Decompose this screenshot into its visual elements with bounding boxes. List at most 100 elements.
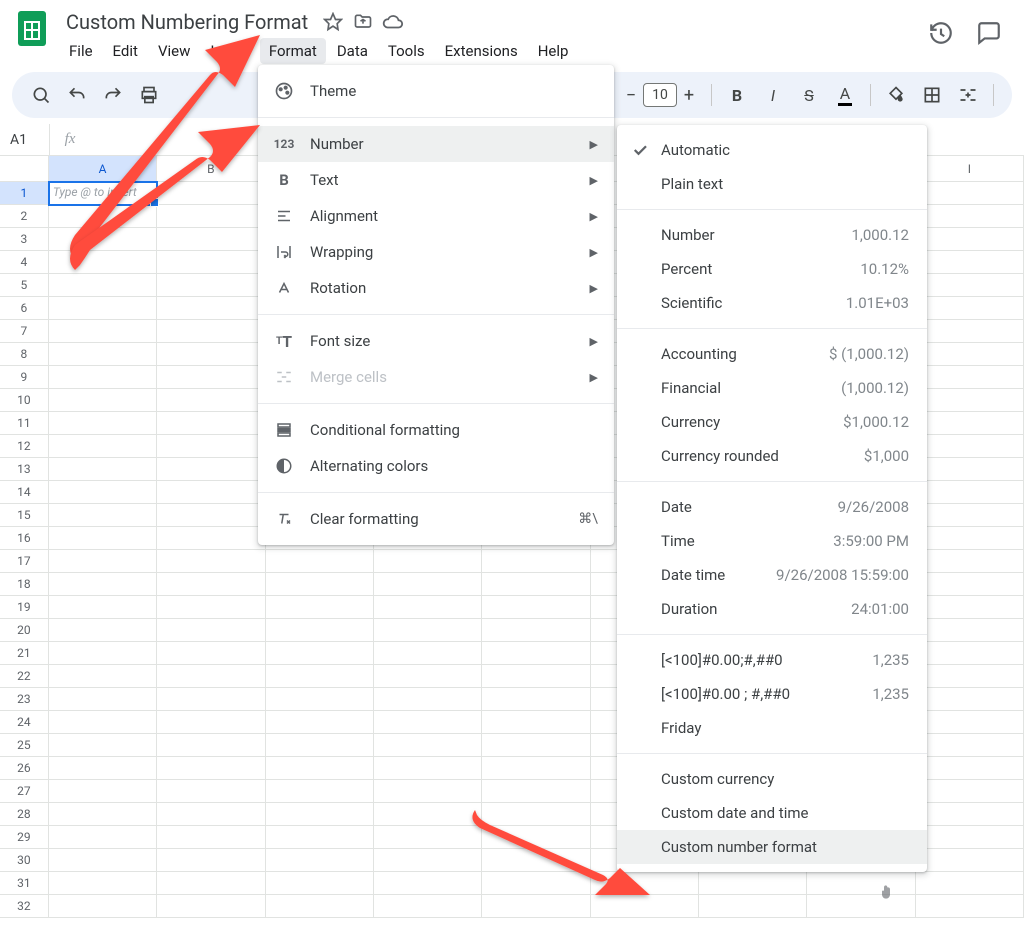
cell[interactable] (157, 527, 265, 550)
cell[interactable] (157, 642, 265, 665)
cell[interactable] (157, 297, 265, 320)
number-date[interactable]: Date9/26/2008 (617, 490, 927, 524)
cell[interactable] (49, 665, 157, 688)
cell[interactable] (49, 366, 157, 389)
format-clear[interactable]: Clear formatting ⌘\ (258, 501, 614, 537)
cell[interactable] (49, 412, 157, 435)
cell[interactable] (374, 780, 482, 803)
number-percent[interactable]: Percent10.12% (617, 252, 927, 286)
cell[interactable] (916, 458, 1024, 481)
menu-format[interactable]: Format (260, 38, 326, 64)
number-financial[interactable]: Financial(1,000.12) (617, 371, 927, 405)
cell[interactable] (49, 895, 157, 918)
select-all-corner[interactable] (0, 156, 49, 182)
cell[interactable] (916, 688, 1024, 711)
cell[interactable] (266, 872, 374, 895)
cell[interactable] (266, 780, 374, 803)
menu-tools[interactable]: Tools (379, 38, 434, 64)
text-color-icon[interactable]: A (830, 80, 860, 110)
format-font-size[interactable]: TT Font size ▶ (258, 323, 614, 359)
row-header[interactable]: 8 (0, 343, 49, 366)
fill-color-icon[interactable] (881, 80, 911, 110)
cell[interactable] (916, 573, 1024, 596)
cell[interactable] (266, 895, 374, 918)
column-header[interactable]: A (49, 156, 157, 182)
cell[interactable] (374, 711, 482, 734)
cell[interactable] (49, 573, 157, 596)
format-alignment[interactable]: Alignment ▶ (258, 198, 614, 234)
cell[interactable] (157, 366, 265, 389)
cell[interactable] (49, 780, 157, 803)
cell[interactable] (49, 435, 157, 458)
cell[interactable]: Type @ to insert (49, 182, 157, 205)
cell[interactable] (699, 895, 807, 918)
cloud-status-icon[interactable] (382, 11, 404, 33)
row-header[interactable]: 3 (0, 228, 49, 251)
cell[interactable] (916, 412, 1024, 435)
cell[interactable] (916, 550, 1024, 573)
cell[interactable] (482, 665, 590, 688)
cell[interactable] (157, 757, 265, 780)
menu-help[interactable]: Help (529, 38, 578, 64)
borders-icon[interactable] (917, 80, 947, 110)
cell[interactable] (916, 205, 1024, 228)
cell[interactable] (49, 803, 157, 826)
cell[interactable] (157, 550, 265, 573)
cell[interactable] (266, 757, 374, 780)
row-header[interactable]: 13 (0, 458, 49, 481)
cell[interactable] (916, 182, 1024, 205)
cell[interactable] (916, 803, 1024, 826)
cell[interactable] (591, 872, 699, 895)
cell[interactable] (916, 665, 1024, 688)
search-menus-icon[interactable] (26, 80, 56, 110)
cell[interactable] (266, 619, 374, 642)
cell[interactable] (916, 251, 1024, 274)
cell[interactable] (374, 642, 482, 665)
cell[interactable] (482, 757, 590, 780)
cell[interactable] (374, 550, 482, 573)
cell[interactable] (157, 228, 265, 251)
star-icon[interactable] (322, 11, 344, 33)
cell[interactable] (916, 872, 1024, 895)
row-header[interactable]: 11 (0, 412, 49, 435)
cell[interactable] (482, 849, 590, 872)
cell[interactable] (49, 274, 157, 297)
cell[interactable] (916, 366, 1024, 389)
row-header[interactable]: 9 (0, 366, 49, 389)
cell[interactable] (916, 504, 1024, 527)
cell[interactable] (916, 895, 1024, 918)
number-custom-pattern-1[interactable]: [<100]#0.00;#,##01,235 (617, 643, 927, 677)
cell[interactable] (916, 780, 1024, 803)
cell[interactable] (157, 504, 265, 527)
number-custom-pattern-2[interactable]: [<100]#0.00 ; #,##01,235 (617, 677, 927, 711)
number-datetime[interactable]: Date time9/26/2008 15:59:00 (617, 558, 927, 592)
cell[interactable] (916, 849, 1024, 872)
cell[interactable] (157, 688, 265, 711)
row-header[interactable]: 14 (0, 481, 49, 504)
cell[interactable] (157, 251, 265, 274)
cell[interactable] (266, 550, 374, 573)
cell[interactable] (49, 849, 157, 872)
cell[interactable] (157, 412, 265, 435)
redo-icon[interactable] (98, 80, 128, 110)
cell[interactable] (266, 803, 374, 826)
cell[interactable] (49, 757, 157, 780)
cell[interactable] (49, 872, 157, 895)
format-conditional[interactable]: Conditional formatting (258, 412, 614, 448)
cell[interactable] (49, 527, 157, 550)
row-header[interactable]: 25 (0, 734, 49, 757)
cell[interactable] (49, 619, 157, 642)
number-number[interactable]: Number1,000.12 (617, 218, 927, 252)
cell[interactable] (157, 274, 265, 297)
cell[interactable] (916, 596, 1024, 619)
row-header[interactable]: 4 (0, 251, 49, 274)
number-custom-number-format[interactable]: Custom number format (617, 830, 927, 864)
cell[interactable] (374, 872, 482, 895)
number-custom-currency[interactable]: Custom currency (617, 762, 927, 796)
cell[interactable] (916, 320, 1024, 343)
cell[interactable] (916, 527, 1024, 550)
number-time[interactable]: Time3:59:00 PM (617, 524, 927, 558)
move-icon[interactable] (352, 11, 374, 33)
cell[interactable] (49, 826, 157, 849)
cell[interactable] (157, 619, 265, 642)
